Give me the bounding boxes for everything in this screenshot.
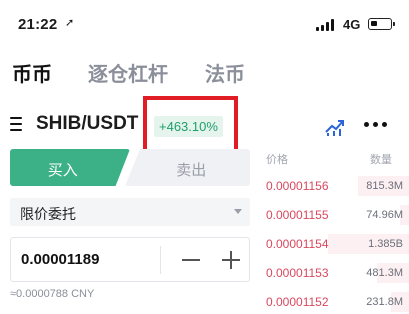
buy-button[interactable]: 买入	[10, 149, 130, 186]
highlight-box	[143, 96, 238, 157]
orderbook-row[interactable]: 0.00001153 481.3M	[262, 263, 409, 283]
battery-icon	[368, 18, 395, 30]
orderbook-price: 0.00001152	[266, 295, 329, 309]
orderbook-row[interactable]: 0.00001152 231.8M	[262, 292, 409, 312]
orderbook-price: 0.00001154	[266, 237, 329, 251]
market-tabs: 币币 逐仓杠杆 法币	[0, 58, 409, 94]
orderbook-qty-header: 数量	[370, 154, 392, 166]
orderbook-row[interactable]: 0.00001155 74.96M	[262, 205, 409, 225]
approx-cny: ≈0.0000788 CNY	[10, 288, 95, 300]
status-time: 21:22	[18, 16, 58, 33]
price-value[interactable]: 0.00001189	[21, 251, 99, 268]
buy-label: 买入	[47, 162, 78, 179]
orderbook-row[interactable]: 0.00001156 815.3M	[262, 176, 409, 196]
signal-icon	[316, 19, 336, 31]
location-arrow-icon: ➚	[65, 17, 75, 29]
tab-fiat[interactable]: 法币	[205, 58, 245, 87]
minus-icon[interactable]	[173, 238, 209, 281]
orderbook-price: 0.00001153	[266, 266, 329, 280]
network-type: 4G	[343, 17, 361, 32]
orderbook-price-header: 价格	[266, 154, 288, 166]
orderbook-qty: 815.3M	[366, 180, 403, 192]
divider	[160, 246, 161, 274]
order-type-label: 限价委托	[20, 206, 76, 222]
orderbook-qty: 481.3M	[366, 267, 403, 279]
tab-spot[interactable]: 币币	[12, 58, 52, 87]
caret-down-icon	[234, 209, 242, 214]
status-bar: 21:22 ➚ 4G	[0, 0, 409, 40]
chart-icon[interactable]	[324, 116, 346, 136]
orderbook-qty: 1.385B	[368, 238, 403, 250]
pair-symbol[interactable]: SHIB/USDT	[36, 113, 138, 135]
orderbook-row[interactable]: 0.00001154 1.385B	[262, 234, 409, 254]
orderbook-qty: 231.8M	[366, 296, 403, 308]
orderbook-price: 0.00001155	[266, 208, 329, 222]
order-type-select[interactable]: 限价委托	[10, 198, 250, 226]
orderbook-qty: 74.96M	[366, 209, 403, 221]
more-icon[interactable]	[364, 122, 390, 128]
menu-icon[interactable]	[10, 116, 30, 132]
sell-label: 卖出	[176, 162, 207, 179]
plus-icon[interactable]	[213, 238, 249, 281]
sell-button[interactable]: 卖出	[125, 149, 250, 186]
tab-isolated-margin[interactable]: 逐仓杠杆	[88, 58, 168, 87]
orderbook-price: 0.00001156	[266, 179, 329, 193]
price-input[interactable]: 0.00001189	[10, 237, 250, 282]
